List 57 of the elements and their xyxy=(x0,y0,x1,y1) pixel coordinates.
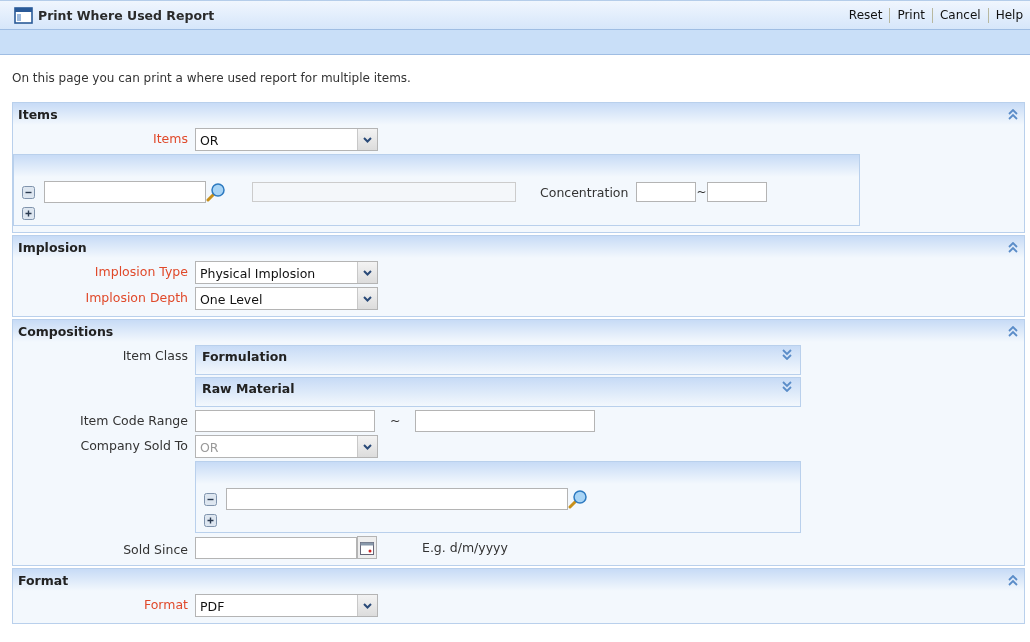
toolbar-link[interactable]: Print xyxy=(889,7,932,23)
dropdown[interactable]: PDF xyxy=(195,594,378,617)
range-separator: ~ xyxy=(389,412,402,428)
search-button[interactable] xyxy=(206,181,226,203)
add-icon[interactable] xyxy=(22,207,35,220)
caret-icon xyxy=(363,443,372,450)
field-label: Item Class xyxy=(121,347,188,363)
collapse-icon[interactable] xyxy=(1008,325,1018,337)
dropdown[interactable]: Physical Implosion xyxy=(195,261,378,284)
field-label: Items xyxy=(152,130,188,146)
field-label: Implosion Depth xyxy=(84,289,188,305)
concentration-min-field[interactable] xyxy=(636,182,697,202)
section-title: Format xyxy=(18,572,69,588)
section-title: Implosion xyxy=(18,239,87,255)
caret-icon xyxy=(363,602,372,609)
collapse-icon[interactable] xyxy=(1008,241,1018,253)
date-format-hint: E.g. d/m/yyyy xyxy=(421,540,508,555)
section-title: Items xyxy=(18,106,58,122)
window-title: Print Where Used Report xyxy=(38,7,215,23)
range-separator: ~ xyxy=(696,185,707,199)
add-icon[interactable] xyxy=(204,514,217,527)
description-field[interactable] xyxy=(252,182,516,202)
field-label: Sold Since xyxy=(122,540,188,557)
panel-title: Formulation xyxy=(202,349,288,364)
item-field[interactable] xyxy=(44,181,206,203)
intro-text: On this page you can print a where used report for multiple items. xyxy=(12,71,412,85)
calendar-button[interactable] xyxy=(357,536,377,559)
collapse-icon[interactable] xyxy=(1008,108,1018,120)
collapsible-panel[interactable]: Formulation xyxy=(195,345,801,375)
search-button[interactable] xyxy=(568,488,588,510)
expand-icon[interactable] xyxy=(782,349,792,360)
concentration-label: Concentration xyxy=(540,184,629,200)
remove-icon[interactable] xyxy=(22,185,35,199)
caret-icon xyxy=(363,295,372,302)
caret-icon xyxy=(363,269,372,276)
range-end-field[interactable] xyxy=(415,410,596,432)
expand-icon[interactable] xyxy=(782,381,792,392)
window-icon xyxy=(14,6,33,24)
field-label: Format xyxy=(142,596,188,612)
field-label: Implosion Type xyxy=(93,263,188,279)
date-field[interactable] xyxy=(195,536,357,559)
toolbar-link[interactable]: Reset xyxy=(841,7,890,23)
company-field[interactable] xyxy=(226,488,568,510)
collapse-icon[interactable] xyxy=(1008,574,1018,586)
remove-icon[interactable] xyxy=(204,492,217,506)
caret-icon xyxy=(363,136,372,143)
toolbar-link[interactable]: Cancel xyxy=(932,7,988,23)
field-label: Company Sold To xyxy=(79,437,188,453)
toolbar-link[interactable]: Help xyxy=(987,7,1030,23)
panel-title: Raw Material xyxy=(202,381,295,396)
dropdown[interactable]: OR xyxy=(195,128,378,151)
dropdown[interactable]: One Level xyxy=(195,287,378,310)
section-title: Compositions xyxy=(18,323,114,339)
field-label: Item Code Range xyxy=(78,412,188,428)
concentration-max-field[interactable] xyxy=(706,182,767,202)
collapsible-panel[interactable]: Raw Material xyxy=(195,377,801,407)
range-start-field[interactable] xyxy=(195,410,375,432)
